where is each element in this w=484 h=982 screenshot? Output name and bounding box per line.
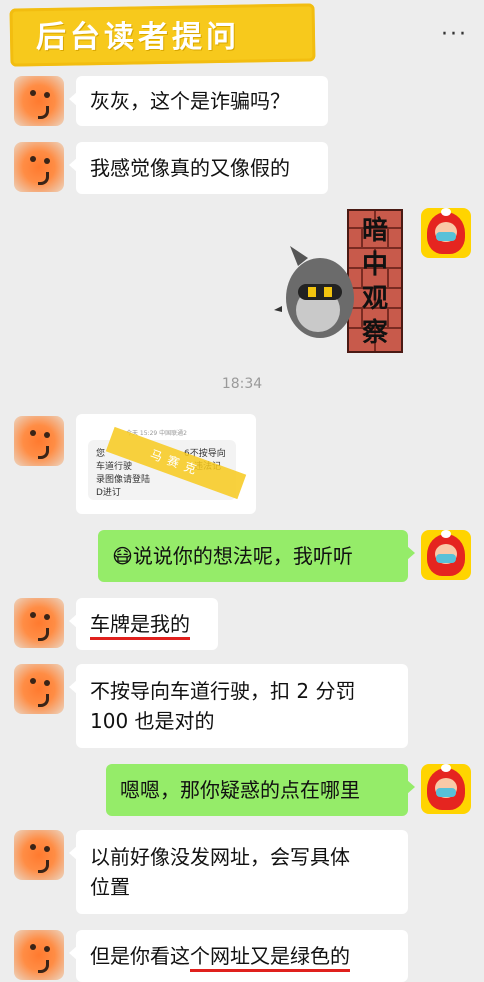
avatar[interactable] xyxy=(14,930,64,980)
sticker-image[interactable]: 暗中观察 xyxy=(268,206,408,356)
blurred-avatar-image xyxy=(14,416,64,466)
sms-text-line: D进订 xyxy=(96,488,121,498)
message-text: 但是你看这 xyxy=(90,944,190,968)
message-text: 车牌是我的 xyxy=(90,612,190,640)
message-bubble[interactable]: 车牌是我的 xyxy=(69,598,218,650)
sticker-caption: 暗中观察 xyxy=(361,216,388,348)
message-bubble[interactable]: 嗯嗯，那你疑惑的点在哪里 xyxy=(106,764,415,816)
face-with-mask-emoji-icon: 😷 xyxy=(112,544,133,568)
sms-text-line: 车道行驶 xyxy=(96,462,133,472)
avatar[interactable] xyxy=(14,416,64,466)
avatar[interactable] xyxy=(421,530,471,580)
message-text-line: 100 也是对的 xyxy=(90,709,215,733)
message-bubble[interactable]: 灰灰，这个是诈骗吗？ xyxy=(69,76,328,126)
avatar[interactable] xyxy=(14,142,64,192)
blurred-avatar-image xyxy=(14,664,64,714)
message-text-line: 不按导向车道行驶，扣 2 分罚 xyxy=(90,679,356,703)
girl-avatar-image xyxy=(421,764,471,814)
blurred-avatar-image xyxy=(14,598,64,648)
message-text: 又是绿色的 xyxy=(250,944,350,972)
sms-text-line: 录图像请登陆 xyxy=(96,475,151,485)
avatar[interactable] xyxy=(421,764,471,814)
message-text: 说说你的想法呢，我听听 xyxy=(132,544,353,568)
message-bubble[interactable]: 我感觉像真的又像假的 xyxy=(69,142,328,194)
sms-text-line: 您 xyxy=(96,449,106,459)
highlighted-url-text: 个网址 xyxy=(190,944,250,972)
blurred-avatar-image xyxy=(14,830,64,880)
message-text: 嗯嗯，那你疑惑的点在哪里 xyxy=(120,778,360,802)
blurred-avatar-image xyxy=(14,930,64,980)
message-bubble[interactable]: 😷说说你的想法呢，我听听 xyxy=(98,530,415,582)
page-title: 后台读者提问 xyxy=(36,20,240,55)
girl-avatar-image xyxy=(421,530,471,580)
timestamp: 18:34 xyxy=(221,376,263,392)
girl-avatar-image xyxy=(421,208,471,258)
avatar[interactable] xyxy=(14,598,64,648)
blurred-avatar-image xyxy=(14,142,64,192)
message-bubble[interactable]: 不按导向车道行驶，扣 2 分罚 100 也是对的 xyxy=(69,664,408,748)
avatar[interactable] xyxy=(14,664,64,714)
sms-screenshot-image[interactable]: 今天 15:29 中国联通2 您 车道行驶 录图像请登陆 D进订 6不按导向 违… xyxy=(76,414,256,514)
message-text-line: 以前好像没发网址，会写具体 xyxy=(90,845,350,869)
message-bubble[interactable]: 以前好像没发网址，会写具体 位置 xyxy=(69,830,408,914)
blurred-avatar-image xyxy=(14,76,64,126)
message-text: 灰灰，这个是诈骗吗？ xyxy=(90,89,290,113)
message-text: 我感觉像真的又像假的 xyxy=(90,156,290,180)
more-options-icon[interactable]: ··· xyxy=(441,22,468,47)
avatar[interactable] xyxy=(421,208,471,258)
message-bubble[interactable]: 但是你看这个网址又是绿色的 xyxy=(69,930,408,982)
avatar[interactable] xyxy=(14,76,64,126)
message-text-line: 位置 xyxy=(90,875,130,899)
avatar[interactable] xyxy=(14,830,64,880)
